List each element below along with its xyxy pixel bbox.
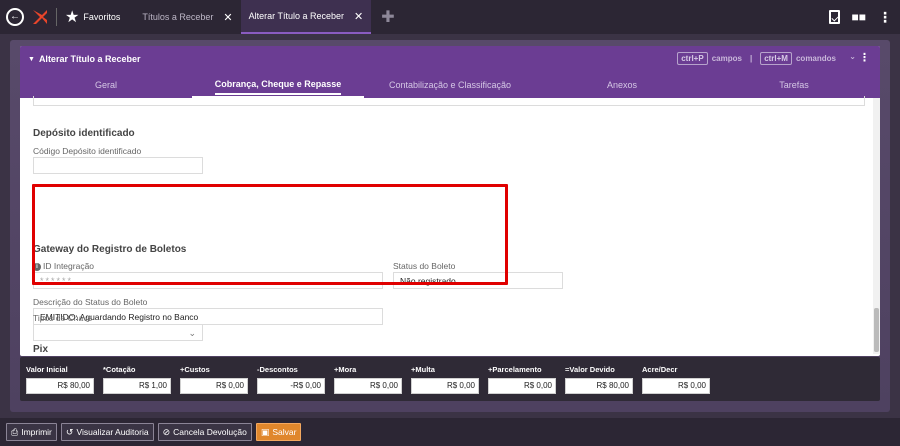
total-label: Valor Inicial (26, 365, 68, 374)
shortcut-label[interactable]: comandos (796, 54, 836, 63)
form-panel: ▼ Alterar Título a Receber ctrl+P campos… (20, 46, 880, 356)
tab-label: Contabilização e Classificação (388, 80, 512, 90)
panel-tabs: Geral Cobrança, Cheque e Repasse Contabi… (20, 72, 880, 98)
tipos-chave-label: Tipos de Chave (33, 313, 93, 323)
total-value[interactable]: R$ 1,00 (103, 378, 171, 394)
favorites-link[interactable]: Favoritos (83, 12, 120, 22)
tab-anexos[interactable]: Anexos (536, 72, 708, 98)
previous-field-input[interactable] (33, 96, 865, 106)
caret-down-icon[interactable]: ▼ (28, 56, 35, 63)
total-label: =Valor Devido (565, 365, 615, 374)
divider: | (749, 54, 753, 63)
total-value[interactable]: R$ 0,00 (411, 378, 479, 394)
total-custos: +Custos R$ 0,00 (180, 365, 248, 394)
total-label: *Cotação (103, 365, 136, 374)
chevron-down-icon: ⌄ (188, 328, 196, 338)
total-multa: +Multa R$ 0,00 (411, 365, 479, 394)
shortcuts: ctrl+P campos | ctrl+M comandos (677, 52, 836, 65)
tab-alterar-titulo[interactable]: Alterar Título a Receber ✕ (240, 0, 372, 34)
close-icon[interactable]: ✕ (354, 10, 363, 23)
save-button[interactable]: ▣ Salvar (255, 423, 302, 441)
codigo-deposito-label: Código Depósito identificado (33, 146, 142, 156)
total-mora: +Mora R$ 0,00 (334, 365, 402, 394)
save-label: Salvar (272, 427, 297, 437)
total-label: +Parcelamento (488, 365, 542, 374)
total-value[interactable]: R$ 0,00 (488, 378, 556, 394)
top-right-actions: ■■ ⋮ (828, 0, 892, 34)
cancel-return-label: Cancela Devolução (173, 427, 247, 437)
panel-header[interactable]: ▼ Alterar Título a Receber ctrl+P campos… (20, 46, 880, 72)
total-cotacao: *Cotação R$ 1,00 (103, 365, 171, 394)
shortcut-key: ctrl+M (760, 52, 792, 65)
close-icon[interactable]: ✕ (223, 11, 232, 24)
tipos-chave-select[interactable]: ⌄ (33, 324, 203, 341)
add-tab-icon[interactable]: ✚ (381, 7, 394, 27)
total-parcelamento: +Parcelamento R$ 0,00 (488, 365, 556, 394)
total-label: -Descontos (257, 365, 298, 374)
tab-label: Tarefas (779, 80, 809, 90)
highlight-box (32, 184, 508, 285)
tab-label: Cobrança, Cheque e Repasse (214, 79, 342, 95)
section-pix-title: Pix (33, 344, 49, 355)
total-valor-inicial: Valor Inicial R$ 80,00 (26, 365, 94, 394)
tab-label: Anexos (606, 80, 638, 90)
printer-icon: ⎙ (11, 426, 19, 437)
more-options-icon[interactable]: ⋮ (878, 9, 892, 26)
clipboard-check-icon[interactable] (828, 10, 840, 24)
total-label: +Custos (180, 365, 210, 374)
chat-icon[interactable]: ■■ (852, 10, 867, 24)
tab-label: Geral (94, 80, 117, 90)
top-bar: ← ★ Favoritos Títulos a Receber ✕ Altera… (0, 0, 900, 34)
tab-label: Títulos a Receber (142, 12, 214, 22)
scrollbar-thumb[interactable] (874, 308, 879, 352)
total-value[interactable]: R$ 0,00 (180, 378, 248, 394)
chevron-down-icon[interactable]: ⌄ (849, 52, 856, 61)
panel-title: Alterar Título a Receber (38, 54, 141, 64)
app-logo-icon (30, 7, 50, 27)
codigo-deposito-input[interactable] (33, 157, 203, 174)
shortcut-key: ctrl+P (677, 52, 708, 65)
total-valor-devido: =Valor Devido R$ 80,00 (565, 365, 633, 394)
more-options-icon[interactable]: ⋮ (859, 51, 870, 64)
history-icon: ↺ (65, 426, 74, 437)
ban-icon: ⊘ (162, 426, 171, 437)
tab-geral[interactable]: Geral (20, 72, 192, 98)
bottom-action-bar: ⎙ Imprimir ↺ Visualizar Auditoria ⊘ Canc… (0, 418, 900, 446)
cancel-return-button[interactable]: ⊘ Cancela Devolução (157, 423, 252, 441)
tab-cobranca[interactable]: Cobrança, Cheque e Repasse (192, 72, 364, 98)
tab-label: Alterar Título a Receber (248, 11, 345, 21)
divider (56, 8, 57, 26)
total-label: +Multa (411, 365, 435, 374)
print-button[interactable]: ⎙ Imprimir (6, 423, 57, 441)
tab-contabilizacao[interactable]: Contabilização e Classificação (364, 72, 536, 98)
total-value[interactable]: R$ 0,00 (334, 378, 402, 394)
tab-titulos-a-receber[interactable]: Títulos a Receber ✕ (134, 0, 240, 34)
audit-button[interactable]: ↺ Visualizar Auditoria (60, 423, 154, 441)
total-value[interactable]: -R$ 0,00 (257, 378, 325, 394)
shortcut-label[interactable]: campos (712, 54, 742, 63)
total-value[interactable]: R$ 80,00 (565, 378, 633, 394)
scrollbar[interactable] (873, 98, 880, 354)
totals-bar: Valor Inicial R$ 80,00 *Cotação R$ 1,00 … (20, 357, 880, 401)
print-label: Imprimir (21, 427, 52, 437)
total-label: Acre/Decr (642, 365, 678, 374)
star-icon[interactable]: ★ (65, 7, 79, 27)
descricao-status-label: Descrição do Status do Boleto (33, 297, 148, 307)
total-label: +Mora (334, 365, 357, 374)
tab-tarefas[interactable]: Tarefas (708, 72, 880, 98)
total-value[interactable]: R$ 0,00 (642, 378, 710, 394)
total-value[interactable]: R$ 80,00 (26, 378, 94, 394)
total-descontos: -Descontos -R$ 0,00 (257, 365, 325, 394)
section-deposito-title: Depósito identificado (33, 128, 135, 139)
total-acre-decr: Acre/Decr R$ 0,00 (642, 365, 710, 394)
audit-label: Visualizar Auditoria (76, 427, 149, 437)
back-icon[interactable]: ← (6, 8, 24, 26)
floppy-icon: ▣ (260, 426, 270, 437)
